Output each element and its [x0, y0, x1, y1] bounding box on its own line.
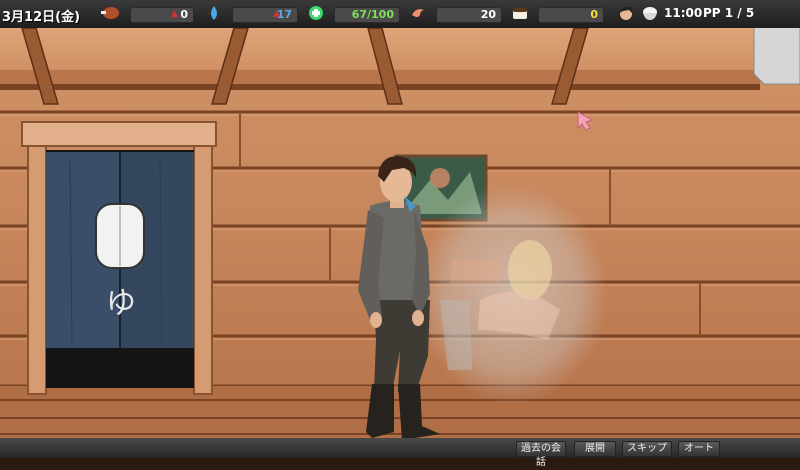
date-label: 3月12日(金): [2, 10, 81, 25]
stat-sushi: 0: [538, 7, 604, 23]
memory-flashback: [416, 184, 608, 404]
game-scene[interactable]: [0, 0, 800, 458]
stat-water: ▲ 17: [232, 7, 298, 23]
avatar-icon: [620, 6, 633, 20]
doorway: [21, 121, 217, 395]
health-cross-icon: [309, 6, 323, 20]
message-menu-bar: 過去の会話 展開 スキップ オート: [0, 438, 800, 468]
stat-water-value: 17: [276, 8, 292, 21]
clock-time: 11:00: [664, 6, 703, 20]
status-bar: 3月12日(金) ▲ 0 ▲ 17 67/100 20 0 11:00 PP 1…: [0, 0, 800, 28]
pp-counter: PP 1 / 5: [703, 6, 755, 20]
meat-icon: [101, 7, 119, 19]
auto-button[interactable]: オート: [678, 441, 720, 457]
stat-meat-value: 0: [180, 8, 188, 21]
stat-shrimp: 20: [436, 7, 502, 23]
stat-health-value: 67/100: [351, 8, 394, 21]
stat-meat: ▲ 0: [130, 7, 194, 23]
expand-button[interactable]: 展開: [574, 441, 616, 457]
stat-shrimp-value: 20: [480, 8, 496, 21]
sushi-icon: [513, 8, 527, 19]
curtain-glyph: ゆ: [106, 286, 136, 321]
down-arrow-icon: ▲: [171, 9, 178, 19]
stat-sushi-value: 0: [590, 8, 598, 21]
skip-button[interactable]: スキップ: [622, 441, 672, 457]
stat-health: 67/100: [334, 7, 400, 23]
log-button[interactable]: 過去の会話: [516, 441, 566, 468]
shrimp-icon: [412, 9, 424, 17]
rice-bowl-icon: [643, 7, 657, 20]
scene-background: [0, 19, 800, 458]
water-drop-icon: [211, 6, 217, 20]
